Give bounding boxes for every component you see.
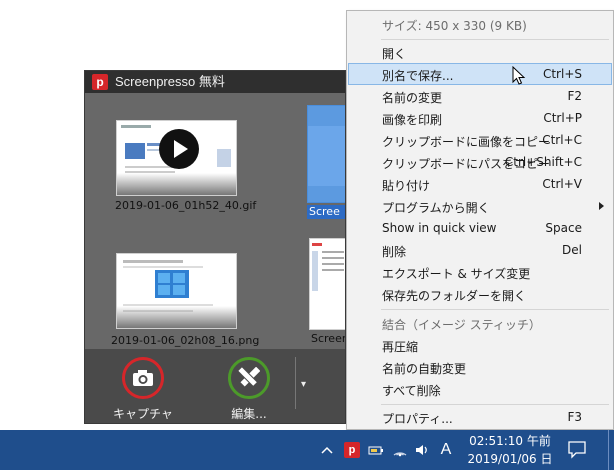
thumbnail-item[interactable]: Screen (307, 238, 346, 348)
menu-size-info: サイズ: 450 x 330 (9 KB) (382, 19, 527, 33)
thumbnail-image (309, 238, 345, 330)
toolbar-divider (295, 357, 296, 409)
show-hidden-icons-icon[interactable] (317, 430, 337, 470)
mouse-cursor-icon (512, 66, 526, 85)
menu-item-rename[interactable]: 名前の変更 F2 (348, 85, 612, 107)
edit-button[interactable]: 編集... (204, 357, 294, 422)
capture-label: キャプチャ (113, 407, 173, 421)
context-menu: サイズ: 450 x 330 (9 KB) 開く 別名で保存... Ctrl+S… (346, 10, 614, 430)
taskbar: p A 02:51:10 午前 2019/01/06 日 (0, 430, 614, 470)
thumbnail-label: 2019-01-06_01h52_40.gif (115, 199, 257, 212)
menu-separator (381, 404, 609, 405)
power-icon[interactable] (366, 430, 386, 470)
capture-ring (122, 357, 164, 399)
thumbnail-image (116, 120, 237, 196)
thumbnail-image (307, 105, 345, 203)
play-icon[interactable] (159, 129, 199, 169)
menu-item-quick-view[interactable]: Show in quick view Space (348, 217, 612, 239)
thumbnail-label: Scree (307, 205, 345, 219)
thumbnail-label: 2019-01-06_02h08_16.png (111, 334, 260, 347)
edit-label: 編集... (231, 407, 267, 421)
thumbnail-item[interactable]: 2019-01-06_02h08_16.png (85, 243, 259, 353)
screenpresso-tray-icon[interactable]: p (342, 430, 362, 470)
menu-separator (381, 39, 609, 40)
menu-item-print[interactable]: 画像を印刷 Ctrl+P (348, 107, 612, 129)
thumbnail-fade (117, 173, 236, 195)
volume-icon[interactable] (412, 430, 432, 470)
menu-item-open-with[interactable]: プログラムから開く (348, 195, 612, 217)
menu-item-paste[interactable]: 貼り付け Ctrl+V (348, 173, 612, 195)
submenu-arrow-icon (599, 202, 604, 210)
menu-item-auto-rename[interactable]: 名前の自動変更 (348, 356, 612, 378)
capture-button[interactable]: キャプチャ (98, 357, 188, 422)
thumbnail-fade (117, 306, 236, 328)
menu-item-save-as[interactable]: 別名で保存... Ctrl+S (348, 63, 612, 85)
window-titlebar[interactable]: p Screenpresso 無料 (85, 71, 345, 93)
menu-item-open-folder[interactable]: 保存先のフォルダーを開く (348, 283, 612, 305)
ime-indicator[interactable]: A (436, 430, 456, 470)
menu-item-delete-all[interactable]: すべて削除 (348, 378, 612, 400)
clock-date: 2019/01/06 日 (467, 452, 553, 466)
menu-item-copy-path[interactable]: クリップボードにパスをコピー Ctrl+Shift+C (348, 151, 612, 173)
thumbnail-item-selected[interactable]: Scree (307, 93, 345, 223)
screenpresso-window: p Screenpresso 無料 2019-01-06_01h52_40.gi… (84, 70, 346, 424)
more-dropdown-icon[interactable]: ▾ (301, 379, 306, 390)
menu-item-export-resize[interactable]: エクスポート & サイズ変更 (348, 261, 612, 283)
clock-time: 02:51:10 午前 (469, 434, 551, 448)
camera-icon (133, 370, 153, 386)
show-desktop-button[interactable] (608, 430, 614, 470)
pencil-ruler-icon (238, 367, 260, 388)
menu-item-stitch: 結合（イメージ スティッチ） (382, 318, 541, 332)
taskbar-clock[interactable]: 02:51:10 午前 2019/01/06 日 (466, 432, 554, 468)
thumbnail-item[interactable]: 2019-01-06_01h52_40.gif (85, 93, 256, 223)
menu-item-recompress[interactable]: 再圧縮 (348, 334, 612, 356)
menu-separator (381, 309, 609, 310)
action-center-icon[interactable] (566, 438, 588, 460)
thumbnail-image (116, 253, 237, 329)
menu-item-open[interactable]: 開く (348, 41, 612, 63)
menu-item-properties[interactable]: プロパティ... F3 (348, 406, 612, 428)
window-title: Screenpresso 無料 (115, 74, 225, 89)
action-toolbar: キャプチャ 編集... ▾ (85, 349, 345, 423)
screenpresso-logo-icon: p (92, 74, 108, 90)
menu-item-delete[interactable]: 削除 Del (348, 239, 612, 261)
png-preview-icon (310, 239, 345, 329)
thumbnail-label: Screen (311, 332, 346, 345)
network-icon[interactable] (390, 430, 410, 470)
thumbnail-grid: 2019-01-06_01h52_40.gif Scree 2019-01-06… (85, 93, 345, 349)
menu-item-copy-image[interactable]: クリップボードに画像をコピー Ctrl+C (348, 129, 612, 151)
edit-ring (228, 357, 270, 399)
